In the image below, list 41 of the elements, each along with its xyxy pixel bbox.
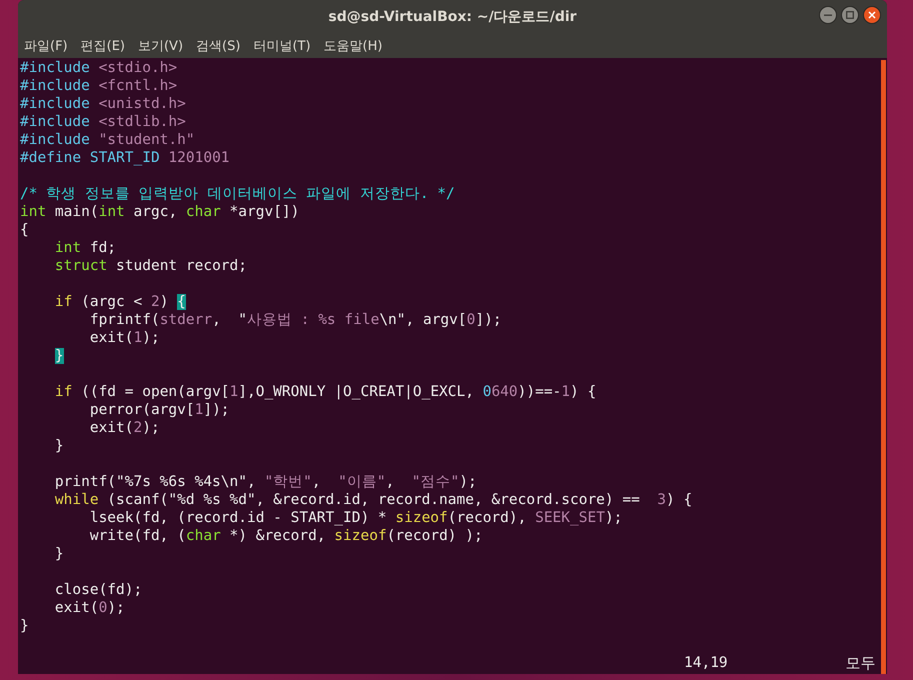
code-line: /* 학생 정보를 입력받아 데이터베이스 파일에 저장한다. */ bbox=[20, 185, 456, 203]
cursor-position: 14,19 bbox=[684, 655, 728, 671]
code-line: write(fd, (char *) &record, sizeof(record) ); bbox=[88, 527, 484, 545]
code-line: #include <fcntl.h> bbox=[20, 77, 178, 95]
code-line: exit(2); bbox=[88, 419, 161, 437]
code-line: lseek(fd, (record.id - START_ID) * sizeof(record), SEEK_SET); bbox=[88, 509, 624, 527]
minimize-button[interactable] bbox=[819, 6, 837, 24]
close-button[interactable] bbox=[863, 6, 881, 24]
menu-item[interactable]: 검색(S) bbox=[196, 36, 240, 54]
menu-item[interactable]: 도움말(H) bbox=[324, 36, 382, 54]
close-icon bbox=[868, 11, 876, 19]
window-title: sd@sd-VirtualBox: ~/다운로드/dir bbox=[328, 8, 577, 26]
code-line: #include "student.h" bbox=[20, 131, 196, 149]
menu-item[interactable]: 터미널(T) bbox=[253, 36, 311, 54]
code-line: if (argc < 2) { bbox=[54, 293, 187, 311]
code-line: #include <stdlib.h> bbox=[20, 113, 187, 131]
menu-item[interactable]: 편집(E) bbox=[80, 36, 125, 54]
code-line: } bbox=[54, 545, 65, 563]
code-line: if ((fd = open(argv[1],O_WRONLY |O_CREAT|O_EXCL, 0640))==-1) { bbox=[54, 383, 598, 401]
menu-item[interactable]: 파일(F) bbox=[24, 36, 68, 54]
code-line: printf("%7s %6s %4s\n", "학번", "이름", "점수"); bbox=[54, 473, 478, 491]
code-line: #include <stdio.h> bbox=[20, 59, 178, 77]
maximize-icon bbox=[846, 11, 854, 19]
code-line: int fd; bbox=[54, 239, 118, 257]
code-line: struct student record; bbox=[54, 257, 248, 275]
code-line: fprintf(stderr, "사용법 : %s file\n", argv[0]); bbox=[88, 311, 503, 329]
code-line: } bbox=[54, 437, 65, 455]
menu-item[interactable]: 보기(V) bbox=[138, 36, 184, 54]
code-line: close(fd); bbox=[54, 581, 144, 599]
code-line: int main(int argc, char *argv[]) bbox=[20, 203, 300, 221]
code-line: exit(1); bbox=[88, 329, 161, 347]
code-line: perror(argv[1]); bbox=[88, 401, 231, 419]
scroll-position: 모두 bbox=[846, 654, 876, 672]
code-line: } bbox=[20, 617, 30, 635]
code-line: #include <unistd.h> bbox=[20, 95, 187, 113]
maximize-button[interactable] bbox=[841, 6, 859, 24]
code-line: while (scanf("%d %s %d", &record.id, record.name, &record.score) == 3) { bbox=[54, 491, 694, 509]
code-line: { bbox=[20, 221, 30, 239]
scrollbar[interactable] bbox=[881, 60, 886, 674]
code-line: #define START_ID 1201001 bbox=[20, 149, 231, 167]
code-line: exit(0); bbox=[54, 599, 126, 617]
